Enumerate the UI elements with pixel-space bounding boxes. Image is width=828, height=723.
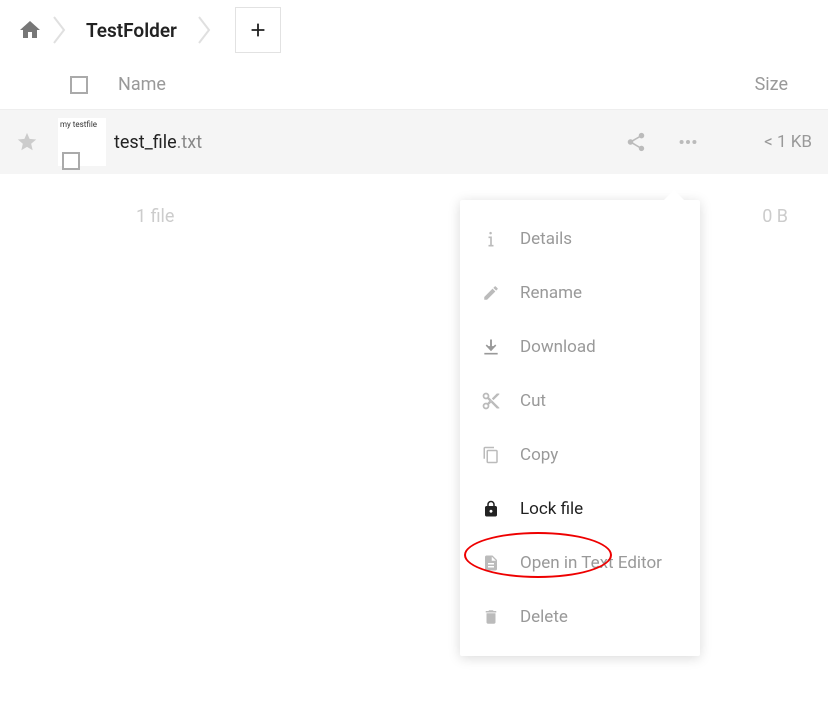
lock-icon (480, 498, 502, 520)
file-thumbnail: my testfile (58, 118, 106, 166)
breadcrumb-folder[interactable]: TestFolder (74, 19, 189, 42)
more-horizontal-icon (675, 131, 701, 153)
column-size[interactable]: Size (755, 74, 788, 95)
file-row[interactable]: my testfile test_file.txt < 1 KB (0, 110, 828, 174)
menu-download[interactable]: Download (460, 320, 700, 374)
file-extension: .txt (177, 132, 202, 153)
pencil-icon (480, 282, 502, 304)
summary-row: 1 file 0 B (0, 174, 828, 227)
more-button[interactable] (674, 128, 702, 156)
summary-total: 0 B (762, 206, 788, 227)
file-size: < 1 KB (732, 132, 812, 152)
menu-label: Delete (520, 607, 568, 627)
column-header: Name Size (0, 60, 828, 110)
row-actions (622, 128, 702, 156)
menu-label: Copy (520, 445, 558, 465)
breadcrumb: TestFolder (0, 0, 828, 60)
column-name[interactable]: Name (118, 74, 755, 95)
favorite-button[interactable] (14, 129, 40, 155)
file-name[interactable]: test_file.txt (114, 132, 622, 153)
home-button[interactable] (16, 16, 44, 44)
menu-label: Rename (520, 283, 582, 303)
document-icon (480, 552, 502, 574)
share-button[interactable] (622, 128, 650, 156)
menu-open-text-editor[interactable]: Open in Text Editor (460, 536, 700, 590)
home-icon (18, 18, 42, 42)
menu-details[interactable]: Details (460, 212, 700, 266)
add-button[interactable] (235, 7, 281, 53)
copy-icon (480, 444, 502, 466)
star-icon (16, 131, 38, 153)
info-icon (480, 228, 502, 250)
chevron-right-icon (197, 15, 211, 45)
trash-icon (480, 606, 502, 628)
plus-icon (247, 19, 269, 41)
menu-label: Lock file (520, 499, 583, 519)
menu-cut[interactable]: Cut (460, 374, 700, 428)
menu-label: Download (520, 337, 596, 357)
menu-delete[interactable]: Delete (460, 590, 700, 644)
context-menu: Details Rename Download Cut Copy Lock fi… (460, 200, 700, 656)
select-all-checkbox[interactable] (70, 76, 88, 94)
menu-copy[interactable]: Copy (460, 428, 700, 482)
menu-rename[interactable]: Rename (460, 266, 700, 320)
share-icon (625, 131, 647, 153)
menu-label: Details (520, 229, 572, 249)
menu-label: Open in Text Editor (520, 553, 662, 573)
download-icon (480, 336, 502, 358)
chevron-right-icon (52, 15, 66, 45)
menu-lock-file[interactable]: Lock file (460, 482, 700, 536)
scissors-icon (480, 390, 502, 412)
thumbnail-text: my testfile (60, 120, 97, 129)
file-basename: test_file (114, 132, 177, 153)
file-checkbox[interactable] (62, 152, 80, 170)
menu-label: Cut (520, 391, 546, 411)
